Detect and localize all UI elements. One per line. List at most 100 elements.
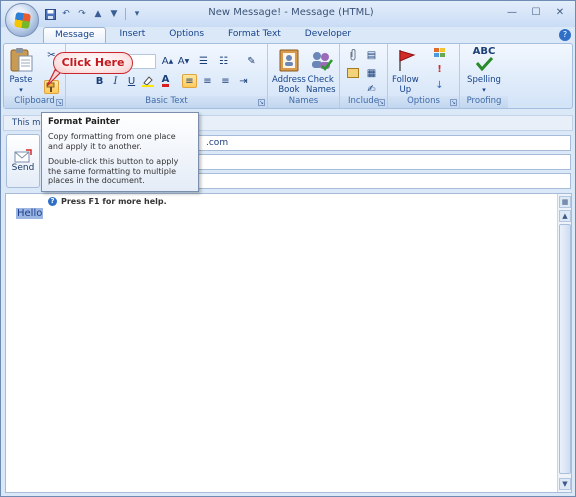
tab-message[interactable]: Message — [43, 27, 107, 43]
close-icon[interactable]: ✕ — [549, 5, 571, 19]
cc-field[interactable] — [165, 154, 571, 170]
align-right-icon[interactable]: ≡ — [218, 74, 233, 88]
ruler-toggle-icon[interactable]: ▦ — [559, 196, 571, 208]
tab-options[interactable]: Options — [158, 27, 215, 43]
basic-text-launcher-icon[interactable]: ↘ — [258, 99, 265, 106]
paste-dropdown-icon[interactable]: ▾ — [19, 85, 23, 95]
window-controls: — ☐ ✕ — [501, 5, 571, 19]
tooltip-separator — [48, 191, 192, 193]
shrink-font-icon[interactable]: A ▼ — [176, 54, 191, 68]
spelling-dropdown-icon[interactable]: ▾ — [482, 85, 486, 95]
bullets-icon[interactable]: ☰ — [196, 54, 211, 68]
paste-label: Paste — [9, 75, 33, 85]
tooltip-title: Format Painter — [48, 117, 120, 127]
quick-access-toolbar: ↶ ↷ ▲ ▼ ▾ — [43, 7, 144, 21]
attach-file-icon[interactable] — [345, 48, 360, 62]
minimize-icon[interactable]: — — [501, 5, 523, 19]
include-group: ▤ ▦ ✍ Include ↘ — [340, 44, 388, 108]
tab-format-text[interactable]: Format Text — [217, 27, 292, 43]
paste-icon — [8, 47, 34, 73]
signature-icon[interactable]: ✍ — [364, 82, 379, 96]
tooltip-help: ? Press F1 for more help. — [48, 196, 192, 206]
underline-icon[interactable]: U — [124, 74, 139, 88]
format-painter-tooltip: Format Painter Copy formatting from one … — [41, 112, 199, 206]
names-group: Address Book Check Names Names — [268, 44, 340, 108]
qat-separator — [125, 8, 126, 20]
names-group-label: Names — [268, 96, 339, 108]
follow-up-flag-icon — [392, 47, 418, 73]
down-arrow-icon[interactable]: ▼ — [107, 7, 121, 21]
options-launcher-icon[interactable]: ↘ — [450, 99, 457, 106]
spelling-icon: ABC — [471, 47, 497, 73]
to-field[interactable]: .com — [165, 135, 571, 151]
send-icon — [14, 149, 32, 163]
vertical-scrollbar[interactable]: ▦ ▲ ▼ — [557, 194, 571, 492]
indent-icon[interactable]: ⇥ — [236, 74, 251, 88]
align-left-icon[interactable]: ≡ — [182, 74, 197, 88]
spelling-label: Spelling — [467, 75, 501, 85]
send-label: Send — [11, 163, 35, 173]
scroll-up-icon[interactable]: ▲ — [559, 210, 571, 222]
highlight-icon[interactable] — [140, 74, 155, 88]
up-arrow-icon[interactable]: ▲ — [91, 7, 105, 21]
tab-developer[interactable]: Developer — [294, 27, 362, 43]
high-importance-icon[interactable]: ! — [432, 62, 447, 76]
follow-up-button[interactable]: Follow Up — [392, 47, 419, 95]
follow-up-label-1: Follow — [392, 75, 419, 85]
numbering-icon[interactable]: ☷ — [216, 54, 231, 68]
paste-button[interactable]: Paste ▾ — [8, 47, 34, 95]
undo-icon[interactable]: ↶ — [59, 7, 73, 21]
calendar-icon[interactable]: ▦ — [364, 66, 379, 80]
scroll-down-icon[interactable]: ▼ — [559, 478, 571, 490]
grow-font-icon[interactable]: A ▲ — [160, 54, 175, 68]
click-here-callout: Click Here — [53, 52, 133, 74]
check-names-label-2: Names — [306, 85, 336, 95]
window-title: New Message! - Message (HTML) — [208, 7, 374, 18]
ribbon-tabs: Message Insert Options Format Text Devel… — [43, 27, 362, 43]
low-importance-icon[interactable]: ↓ — [432, 78, 447, 92]
help-icon: ? — [48, 196, 57, 206]
office-button-icon[interactable] — [5, 3, 39, 37]
categorize-icon[interactable] — [432, 46, 447, 60]
redo-icon[interactable]: ↷ — [75, 7, 89, 21]
basic-text-group-label: Basic Text — [66, 96, 267, 108]
save-icon[interactable] — [43, 7, 57, 21]
address-book-button[interactable]: Address Book — [272, 47, 306, 95]
spelling-button[interactable]: ABC Spelling ▾ — [464, 47, 504, 95]
check-names-label-1: Check — [307, 75, 334, 85]
font-color-icon[interactable]: A — [158, 74, 173, 88]
message-body-text: Hello — [16, 208, 44, 219]
outlook-message-window: ↶ ↷ ▲ ▼ ▾ New Message! - Message (HTML) … — [0, 0, 576, 497]
tooltip-line-1: Copy formatting from one place and apply… — [48, 132, 176, 151]
italic-icon[interactable]: I — [108, 74, 123, 88]
proofing-group-label: Proofing — [460, 96, 508, 108]
address-book-label-1: Address — [272, 75, 306, 85]
options-group: Follow Up ! ↓ Options ↘ — [388, 44, 460, 108]
to-field-value: .com — [206, 138, 229, 148]
tab-insert[interactable]: Insert — [108, 27, 156, 43]
align-center-icon[interactable]: ≡ — [200, 74, 215, 88]
send-button[interactable]: Send — [6, 134, 40, 188]
check-names-icon — [308, 47, 334, 73]
spelling-icon-text: ABC — [472, 46, 496, 57]
include-launcher-icon[interactable]: ↘ — [378, 99, 385, 106]
proofing-group: ABC Spelling ▾ Proofing — [460, 44, 508, 108]
bold-icon[interactable]: B — [92, 74, 107, 88]
check-names-button[interactable]: Check Names — [306, 47, 336, 95]
address-book-icon — [276, 47, 302, 73]
subject-field[interactable] — [165, 173, 571, 189]
clipboard-launcher-icon[interactable]: ↘ — [56, 99, 63, 106]
scroll-thumb[interactable] — [559, 224, 571, 474]
message-body-editor[interactable]: Hello ▦ ▲ ▼ — [5, 193, 572, 493]
options-group-label: Options — [388, 96, 459, 108]
customize-qat-icon[interactable]: ▾ — [130, 7, 144, 21]
address-book-label-2: Book — [278, 85, 300, 95]
follow-up-label-2: Up — [399, 85, 412, 95]
business-card-icon[interactable] — [345, 66, 360, 80]
attach-item-icon[interactable]: ▤ — [364, 48, 379, 62]
styles-icon[interactable]: ✎ — [244, 54, 259, 68]
help-icon[interactable]: ? — [559, 29, 571, 41]
maximize-icon[interactable]: ☐ — [525, 5, 547, 19]
tooltip-help-text: Press F1 for more help. — [61, 196, 167, 206]
title-bar: ↶ ↷ ▲ ▼ ▾ New Message! - Message (HTML) … — [1, 1, 575, 27]
